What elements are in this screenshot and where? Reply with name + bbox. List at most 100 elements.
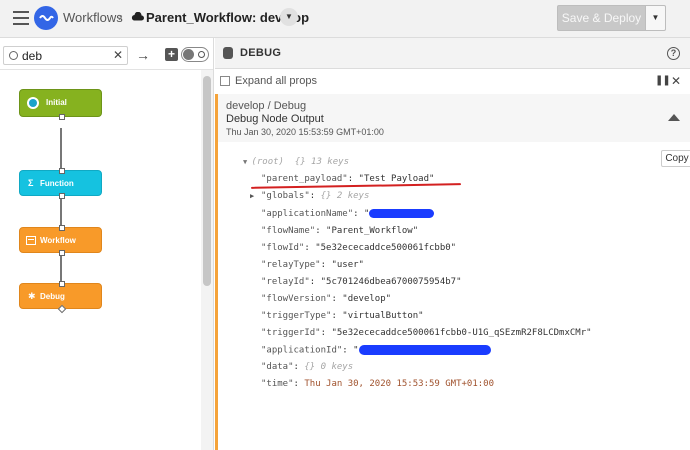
pause-icon[interactable]: ❚❚: [655, 75, 671, 86]
debug-toolbar: DEBUG ?: [215, 38, 690, 69]
value-trigger-id: "5e32ececaddce500061fcbb0-U1G_qSEzmR2F8L…: [331, 328, 592, 338]
node-debug-label: Debug: [40, 292, 65, 301]
value-flow-id: "5e32ececaddce500061fcbb0": [315, 243, 457, 253]
tree-row: "applicationId": ": [261, 345, 491, 356]
tree-row: "data": {} 0 keys: [261, 362, 354, 372]
tree-row: "triggerId": "5e32ececaddce500061fcbb0-U…: [261, 328, 592, 338]
input-port[interactable]: [59, 281, 65, 287]
workflow-version-dropdown-icon[interactable]: ▼: [280, 8, 298, 26]
root-meta: {} 13 keys: [294, 157, 349, 167]
key-relay-id: "relayId": [261, 277, 310, 287]
app-window: Workflows › Parent_Workflow: develop ▼ S…: [0, 0, 690, 450]
node-palette-panel: ✕ → + Initial Σ: [0, 38, 214, 450]
key-trigger-type: "triggerType": [261, 311, 332, 321]
node-function-label: Function: [40, 179, 74, 188]
redaction-mark: [358, 345, 491, 355]
value-relay-id: "5c701246dbea6700075954b7": [320, 277, 462, 287]
message-source: develop / Debug: [226, 100, 307, 112]
tree-row[interactable]: ▶ "globals": {} 2 keys: [250, 191, 370, 201]
canvas-scrollbar[interactable]: [201, 70, 213, 450]
virtual-button-icon: [27, 97, 39, 109]
redaction-mark: [369, 209, 435, 218]
breadcrumb-workflows-link[interactable]: Workflows: [63, 10, 123, 25]
key-globals: "globals": [261, 191, 310, 201]
save-options-dropdown-icon[interactable]: ▼: [646, 5, 666, 31]
key-flow-name: "flowName": [261, 226, 316, 236]
collapse-icon[interactable]: [668, 114, 680, 121]
tree-row: "flowVersion": "develop": [261, 294, 392, 304]
value-parent-payload: "Test Payload": [358, 174, 435, 184]
toggle-knob: [183, 49, 194, 60]
key-time: "time": [261, 379, 294, 389]
visibility-toggle[interactable]: [181, 47, 209, 62]
wire-initial-function: [60, 128, 62, 168]
node-initial[interactable]: Initial: [19, 89, 102, 120]
root-label: (root): [251, 157, 284, 167]
breadcrumb-separator: ›: [118, 9, 123, 24]
expand-caret-icon: ▶: [250, 192, 255, 200]
wire-function-workflow: [60, 196, 62, 226]
tree-row: "parent_payload": "Test Payload": [261, 174, 435, 184]
debug-message: develop / Debug Debug Node Output Thu Ja…: [215, 94, 690, 450]
help-icon[interactable]: ?: [667, 47, 680, 60]
debug-panel-title: DEBUG: [240, 47, 282, 59]
workflow-canvas[interactable]: Initial Σ Function Workflow ✱ Debug: [0, 70, 200, 450]
input-port[interactable]: [59, 168, 65, 174]
value-globals: {} 2 keys: [320, 191, 370, 201]
message-name: Debug Node Output: [226, 113, 324, 125]
key-trigger-id: "triggerId": [261, 328, 321, 338]
scrollbar-thumb[interactable]: [203, 76, 211, 286]
key-relay-type: "relayType": [261, 260, 321, 270]
expand-all-checkbox[interactable]: [220, 76, 230, 86]
copy-button[interactable]: Copy: [661, 150, 690, 167]
end-port: [57, 304, 67, 314]
tree-row: "applicationName": ": [261, 209, 435, 219]
cloud-icon: [131, 12, 144, 21]
output-port[interactable]: [59, 250, 65, 256]
value-relay-type: "user": [331, 260, 364, 270]
arrow-right-icon[interactable]: →: [136, 47, 150, 63]
output-port[interactable]: [59, 114, 65, 120]
tree-row: "flowName": "Parent_Workflow": [261, 226, 419, 236]
input-port[interactable]: [59, 225, 65, 231]
node-function[interactable]: Σ Function: [19, 168, 102, 199]
node-workflow-label: Workflow: [40, 236, 76, 245]
red-underline-annotation: [250, 183, 462, 189]
tree-root[interactable]: ▼ (root) {} 13 keys: [243, 157, 349, 167]
save-deploy-button[interactable]: Save & Deploy: [557, 5, 646, 31]
wire-workflow-debug: [60, 252, 62, 282]
clear-messages-icon[interactable]: ✕: [671, 74, 681, 88]
losant-logo-icon[interactable]: [34, 6, 58, 30]
key-parent-payload: "parent_payload": [261, 174, 348, 184]
key-data: "data": [261, 362, 294, 372]
tree-row: "triggerType": "virtualButton": [261, 311, 424, 321]
bug-icon: [223, 47, 233, 59]
output-port[interactable]: [59, 193, 65, 199]
debug-message-header[interactable]: develop / Debug Debug Node Output Thu Ja…: [218, 94, 690, 142]
node-search-box[interactable]: ✕: [3, 46, 128, 65]
node-search-input[interactable]: [22, 48, 102, 63]
search-icon: [9, 51, 18, 60]
message-timestamp: Thu Jan 30, 2020 15:53:59 GMT+01:00: [226, 127, 384, 137]
value-flow-version: "develop": [342, 294, 392, 304]
hamburger-menu-icon[interactable]: [13, 11, 29, 25]
value-time: Thu Jan 30, 2020 15:53:59 GMT+01:00: [304, 379, 495, 389]
tree-row: "time": Thu Jan 30, 2020 15:53:59 GMT+01…: [261, 379, 495, 389]
key-flow-id: "flowId": [261, 243, 305, 253]
eye-icon: [198, 51, 205, 58]
node-workflow[interactable]: Workflow: [19, 225, 102, 256]
expand-all-label[interactable]: Expand all props: [235, 75, 317, 87]
node-initial-label: Initial: [46, 98, 67, 107]
value-flow-name: "Parent_Workflow": [326, 226, 419, 236]
sigma-icon: Σ: [28, 178, 34, 188]
value-application-id: ": [353, 345, 359, 356]
node-debug[interactable]: ✱ Debug: [19, 281, 102, 314]
debug-panel: DEBUG ? Expand all props ❚❚ ✕ develop / …: [215, 38, 690, 450]
top-header: Workflows › Parent_Workflow: develop ▼ S…: [0, 0, 690, 38]
clear-search-icon[interactable]: ✕: [113, 48, 123, 62]
tree-row: "relayType": "user": [261, 260, 364, 270]
add-node-icon[interactable]: +: [165, 48, 178, 61]
debug-options-row: Expand all props ❚❚ ✕: [215, 69, 690, 142]
value-trigger-type: "virtualButton": [342, 311, 424, 321]
workflow-icon: [26, 236, 36, 245]
